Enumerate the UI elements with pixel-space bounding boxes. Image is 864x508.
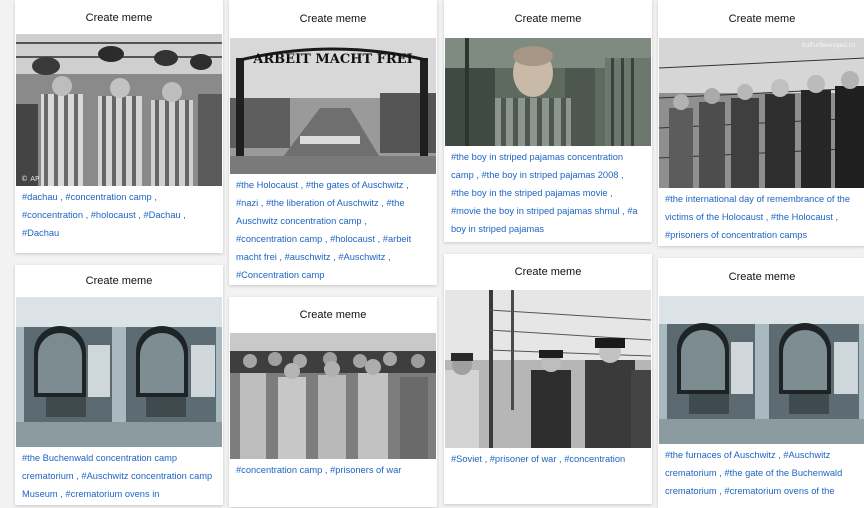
- photo-watermark: KulturNewsgeo.ru: [801, 42, 855, 49]
- tag-link[interactable]: #prisoners of war: [330, 465, 401, 475]
- meme-card[interactable]: Create meme ARBEIT MACHT FREI #the Holoc…: [229, 0, 437, 285]
- tag-link[interactable]: #the boy in the striped pajamas movie: [451, 188, 608, 198]
- tag-list: #dachau , #concentration camp , #concent…: [22, 192, 186, 238]
- tag-link[interactable]: #movie the boy in striped pajamas shmul: [451, 206, 619, 216]
- meme-photo[interactable]: [16, 297, 222, 447]
- create-meme-button[interactable]: Create meme: [444, 254, 652, 290]
- create-meme-button[interactable]: Create meme: [658, 0, 864, 38]
- meme-card[interactable]: Create meme KulturNewsgeo.ru #the intern…: [658, 0, 864, 246]
- tag-link[interactable]: #the Holocaust: [771, 212, 833, 222]
- meme-photo[interactable]: KulturNewsgeo.ru: [659, 38, 864, 188]
- tag-link[interactable]: #Concentration camp: [236, 270, 324, 280]
- tag-link[interactable]: #Soviet: [451, 454, 482, 464]
- crematorium-ovens-photo: [16, 297, 222, 447]
- create-meme-button[interactable]: Create meme: [658, 258, 864, 296]
- meme-card[interactable]: Create meme: [444, 0, 652, 242]
- tag-link[interactable]: #the liberation of Auschwitz: [266, 198, 379, 208]
- tag-link[interactable]: #the gates of Auschwitz: [306, 180, 404, 190]
- tag-link[interactable]: #concentration camp: [236, 465, 322, 475]
- emaciated-prisoners-group-photo: [230, 333, 436, 459]
- tag-link[interactable]: #nazi: [236, 198, 258, 208]
- create-meme-button[interactable]: Create meme: [229, 297, 437, 333]
- tag-link[interactable]: #crematorium ovens of the: [724, 486, 834, 496]
- create-meme-button[interactable]: Create meme: [15, 0, 223, 34]
- tag-list: #the boy in striped pajamas concentratio…: [451, 152, 638, 234]
- tag-list: #the international day of remembrance of…: [665, 194, 851, 240]
- tag-link[interactable]: #concentration: [22, 210, 83, 220]
- tag-link[interactable]: #Dachau: [143, 210, 180, 220]
- tag-link[interactable]: #concentration camp: [65, 192, 151, 202]
- meme-photo[interactable]: [445, 38, 651, 146]
- tag-link[interactable]: #the Holocaust: [236, 180, 298, 190]
- meme-photo[interactable]: [445, 290, 651, 448]
- boy-in-striped-pajamas-photo: [445, 38, 651, 146]
- tag-list: #Soviet , #prisoner of war , #concentrat…: [451, 454, 626, 464]
- tag-link[interactable]: #holocaust: [91, 210, 136, 220]
- arbeit-macht-frei-gate-photo: ARBEIT MACHT FREI: [230, 38, 436, 174]
- meme-card[interactable]: Create meme #the Buchenwald concentratio…: [15, 265, 223, 505]
- create-meme-button[interactable]: Create meme: [229, 0, 437, 38]
- meme-card[interactable]: Create meme #the furnaces of Auschwitz ,…: [658, 258, 864, 508]
- create-meme-button[interactable]: Create meme: [15, 265, 223, 297]
- soldiers-and-prisoner-photo: [445, 290, 651, 448]
- meme-card[interactable]: Create meme: [229, 297, 437, 507]
- tag-link[interactable]: #holocaust: [330, 234, 375, 244]
- crematorium-ovens-photo-2: [659, 296, 864, 444]
- tag-link[interactable]: #prisoners of concentration camps: [665, 230, 807, 240]
- gate-sign: ARBEIT MACHT FREI: [252, 52, 412, 67]
- tag-link[interactable]: #Dachau: [22, 228, 59, 238]
- tag-link[interactable]: #auschwitz: [285, 252, 331, 262]
- tag-link[interactable]: #the boy in striped pajamas 2008: [481, 170, 618, 180]
- tag-link[interactable]: #crematorium ovens in: [65, 489, 159, 499]
- create-meme-button[interactable]: Create meme: [444, 0, 652, 38]
- photo-watermark: © AP: [21, 175, 40, 183]
- tag-list: #the furnaces of Auschwitz , #Auschwitz …: [665, 450, 843, 496]
- liberated-prisoners-cheering-photo: [16, 34, 222, 186]
- meme-photo[interactable]: [230, 333, 436, 459]
- prisoners-behind-fence-photo: [659, 38, 864, 188]
- tag-link[interactable]: #Auschwitz: [338, 252, 385, 262]
- meme-photo[interactable]: [659, 296, 864, 444]
- tag-list: #the Holocaust , #the gates of Auschwitz…: [236, 180, 412, 280]
- meme-photo[interactable]: © AP: [16, 34, 222, 186]
- meme-card[interactable]: Create meme: [444, 254, 652, 504]
- tag-list: #concentration camp , #prisoners of war: [236, 465, 402, 475]
- tag-link[interactable]: #the furnaces of Auschwitz: [665, 450, 776, 460]
- meme-photo[interactable]: ARBEIT MACHT FREI: [230, 38, 436, 174]
- tag-link[interactable]: #prisoner of war: [490, 454, 557, 464]
- tag-list: #the Buchenwald concentration camp crema…: [22, 453, 213, 499]
- tag-link[interactable]: #concentration: [564, 454, 625, 464]
- meme-card[interactable]: Create meme: [15, 0, 223, 253]
- tag-link[interactable]: #dachau: [22, 192, 58, 202]
- tag-link[interactable]: #concentration camp: [236, 234, 322, 244]
